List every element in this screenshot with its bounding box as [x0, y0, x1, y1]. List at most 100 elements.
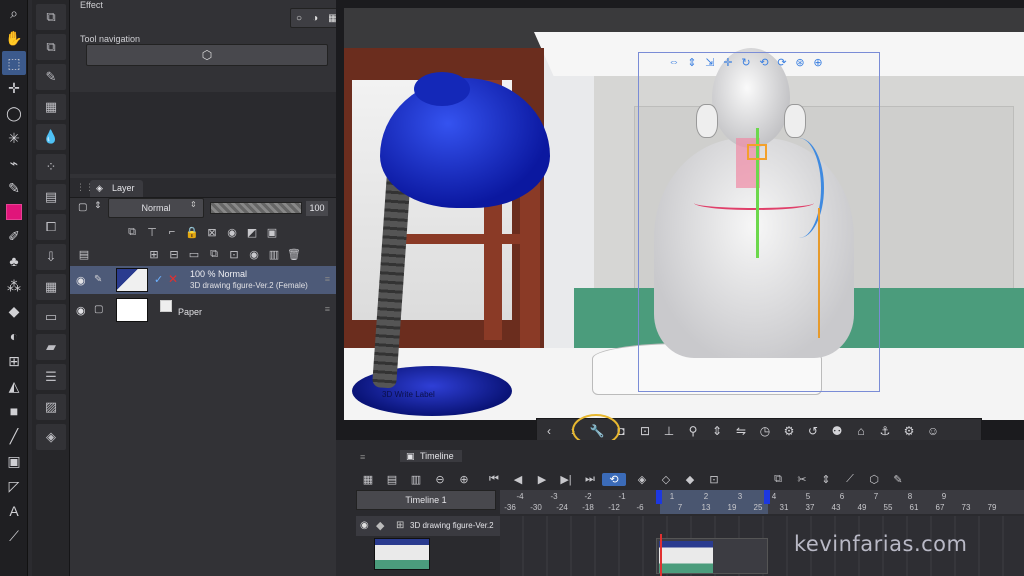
opacity-value[interactable]: 100	[306, 201, 328, 216]
copy-layer-icon[interactable]: ⧉	[204, 248, 224, 261]
subtool-grid-icon[interactable]: ▦	[36, 274, 66, 300]
subtool-copy-icon[interactable]: ⧠	[36, 214, 66, 240]
spin-icon[interactable]: ⊛	[792, 56, 808, 72]
prev-frame-icon[interactable]: ◀	[506, 473, 530, 486]
text-icon[interactable]: ◸	[2, 474, 26, 498]
lock-pose-icon[interactable]: ⚙	[897, 424, 921, 438]
ruler-icon[interactable]: ⟋	[2, 524, 26, 548]
zoom-icon[interactable]: ⌕	[2, 1, 26, 25]
new-layer-icon[interactable]: ⊞	[144, 248, 164, 261]
tab-timeline[interactable]: ▣ Timeline	[400, 450, 462, 462]
frame-icon[interactable]: ▣	[2, 449, 26, 473]
playhead[interactable]	[660, 534, 662, 576]
3d-scene[interactable]: 3D Write Label ⇔ ⇕ ⇲ ✛ ↻ ⟲ ⟳ ⊛ ⊕	[344, 8, 1024, 420]
subtool-object2-icon[interactable]: ⧉	[36, 34, 66, 60]
new-timeline-icon[interactable]: ▦	[356, 473, 380, 486]
flip-icon[interactable]: ⇋	[729, 424, 753, 438]
text-tool-icon[interactable]: A	[2, 499, 26, 523]
blend-spin-icon[interactable]: ⇕	[190, 200, 197, 209]
eye-icon[interactable]: ◉	[76, 274, 86, 287]
spin-icon[interactable]: ⇕	[94, 200, 102, 211]
edit-pen-icon[interactable]: ✎	[94, 274, 102, 285]
bucket-icon[interactable]: ◭	[2, 374, 26, 398]
drag-handle-icon[interactable]: ≡	[325, 304, 330, 314]
rule-icon[interactable]: ◩	[242, 226, 262, 239]
play-icon[interactable]: ▶	[530, 473, 554, 486]
clock-icon[interactable]: ◷	[753, 424, 777, 438]
rotate3-icon[interactable]: ⟳	[774, 56, 790, 72]
merge-icon[interactable]: ⊡	[224, 248, 244, 261]
onion-icon[interactable]: ⧉	[766, 473, 790, 486]
fill-icon[interactable]: ♣	[2, 249, 26, 273]
layer-settings-icon[interactable]: ▤	[74, 248, 94, 261]
first-frame-icon[interactable]: ⏮	[482, 473, 506, 486]
line-icon[interactable]: ╱	[2, 424, 26, 448]
timeline-settings-icon[interactable]: ▤	[380, 473, 404, 486]
ground-icon[interactable]: ⊥	[657, 424, 681, 438]
layer-color-toggle-icon[interactable]: ▢	[78, 202, 87, 213]
reverse-icon[interactable]: ⇕	[705, 424, 729, 438]
next-frame-icon[interactable]: ▶|	[554, 473, 578, 486]
timeline-list-icon[interactable]: ▥	[404, 473, 428, 486]
canvas-area[interactable]: 3D Write Label ⇔ ⇕ ⇲ ✛ ↻ ⟲ ⟳ ⊛ ⊕ ‹ › 🔧 ◘…	[336, 0, 1024, 440]
edit-icon[interactable]: ✎	[886, 473, 910, 486]
blend-icon[interactable]: ◐	[2, 324, 26, 348]
eye-icon[interactable]: ◉	[76, 304, 86, 317]
move-icon[interactable]: ✛	[2, 76, 26, 100]
halftone-icon[interactable]: ◑	[312, 13, 318, 24]
subtool-image-icon[interactable]: ▨	[36, 394, 66, 420]
curve-icon[interactable]: ⟋	[838, 473, 862, 486]
layer-row-paper[interactable]: ◉ ▢ Paper ≡	[70, 296, 336, 324]
add-keyframe-icon[interactable]: ◇	[654, 473, 678, 486]
subtool-drops-icon[interactable]: ⁘	[36, 154, 66, 180]
gear-icon[interactable]: ⚙	[777, 424, 801, 438]
lock-icon[interactable]: 🔒	[182, 226, 202, 239]
rotate2-icon[interactable]: ⟲	[756, 56, 772, 72]
figure-icon[interactable]: ⊞	[2, 349, 26, 373]
eyedropper-icon[interactable]: ⌁	[2, 151, 26, 175]
hand-icon[interactable]: ✋	[2, 26, 26, 50]
clip[interactable]	[656, 538, 768, 574]
pose-icon[interactable]: ⚲	[681, 424, 705, 438]
object-select-icon[interactable]: ⬚	[2, 51, 26, 75]
reference-icon[interactable]: ⊤	[142, 226, 162, 239]
apply-mask-icon[interactable]: ▥	[264, 248, 284, 261]
subtool-drop-icon[interactable]: 💧	[36, 124, 66, 150]
anchor-icon[interactable]: ⚓	[873, 424, 897, 438]
brush-icon[interactable]: ✐	[2, 224, 26, 248]
circle-icon[interactable]: ○	[296, 13, 302, 24]
prev-arrow-icon[interactable]: ‹	[537, 424, 561, 438]
pen-icon[interactable]: ✎	[2, 176, 26, 200]
track-header[interactable]: ◉ ◆ ⊞ 3D drawing figure-Ver.2	[356, 516, 500, 536]
cut-icon[interactable]: ✂	[790, 473, 814, 486]
subtool-object-icon[interactable]: ⧉	[36, 4, 66, 30]
loop-icon[interactable]: ⟲	[602, 472, 626, 486]
snap-icon[interactable]: ⊕	[810, 56, 826, 72]
home-icon[interactable]: ⌂	[849, 424, 873, 438]
subtool-export-icon[interactable]: ⇩	[36, 244, 66, 270]
subtool-pen-icon[interactable]: ✎	[36, 64, 66, 90]
delete-layer-icon[interactable]: 🗑	[284, 248, 304, 261]
opacity-slider[interactable]	[210, 202, 302, 214]
eye-icon[interactable]: ◉	[360, 520, 369, 531]
layer-row-figure[interactable]: ◉ ✎ ✓ ✕ 100 % Normal 3D drawing figure-V…	[70, 266, 336, 294]
keyframe-icon[interactable]: ◈	[630, 473, 654, 486]
empty-box-icon[interactable]: ▢	[94, 304, 103, 315]
lamp-top[interactable]	[414, 72, 470, 106]
color-swatch-pink[interactable]	[6, 204, 22, 220]
lock-transparent-icon[interactable]: ⊠	[202, 226, 222, 239]
rotate-icon[interactable]: ↻	[738, 56, 754, 72]
clip-icon[interactable]: ⧉	[122, 226, 142, 239]
subtool-film-icon[interactable]: ▤	[36, 184, 66, 210]
zoom-in-icon[interactable]: ⊕	[452, 473, 476, 486]
mask-icon[interactable]: ◉	[222, 226, 242, 239]
subtool-stack-icon[interactable]: ☰	[36, 364, 66, 390]
draft-icon[interactable]: ⌐	[162, 226, 182, 238]
airbrush-icon[interactable]: ⁂	[2, 274, 26, 298]
last-frame-icon[interactable]: ⏭	[578, 473, 602, 486]
fit-icon[interactable]: ⊡	[633, 424, 657, 438]
zoom-camera-icon[interactable]: ⇲	[702, 56, 718, 72]
mask-add-icon[interactable]: ◉	[244, 248, 264, 261]
reset-icon[interactable]: ↺	[801, 424, 825, 438]
remove-keyframe-icon[interactable]: ◆	[678, 473, 702, 486]
